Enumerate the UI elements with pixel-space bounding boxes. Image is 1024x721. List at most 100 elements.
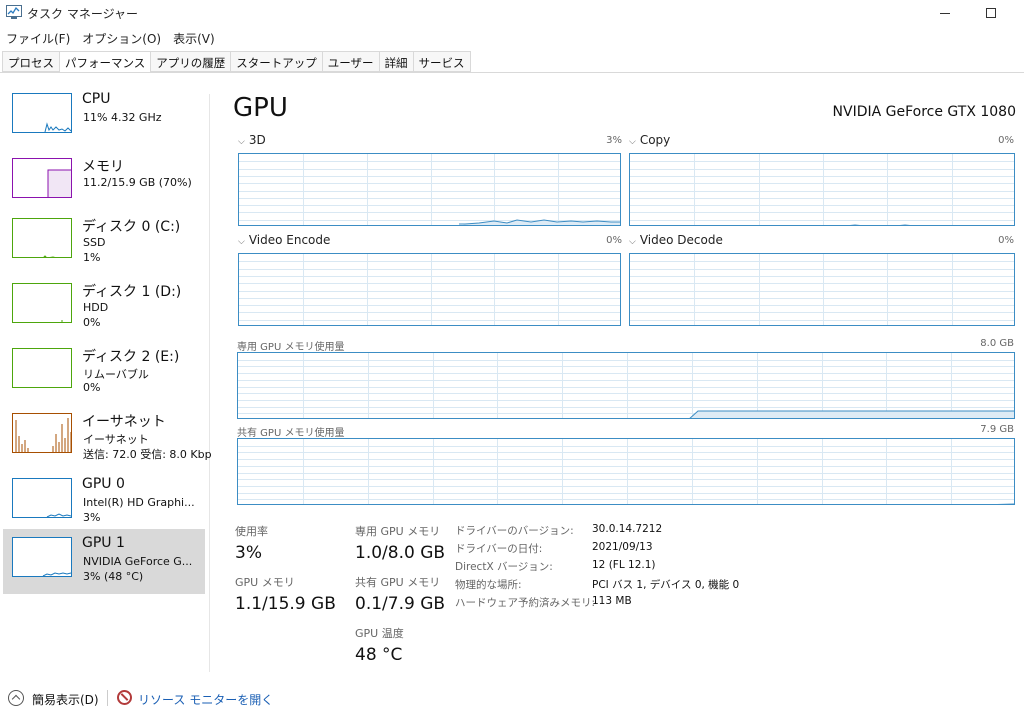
info-value: 2021/09/13 bbox=[592, 541, 653, 553]
engine-encode-name: Video Encode bbox=[248, 233, 331, 247]
tabs-divider bbox=[0, 72, 1024, 73]
sidebar-item-title: GPU 1 bbox=[82, 535, 125, 551]
cpu-thumbnail bbox=[12, 93, 72, 133]
info-value: 12 (FL 12.1) bbox=[592, 559, 656, 571]
resource-monitor-link[interactable]: リソース モニターを開く bbox=[138, 691, 273, 708]
sidebar-item-disk2[interactable]: ディスク 2 (E:) リムーバブル 0% bbox=[3, 340, 205, 405]
info-value: PCI バス 1, デバイス 0, 機能 0 bbox=[592, 579, 740, 591]
menu-bar: ファイル(F) オプション(O) 表示(V) bbox=[0, 27, 221, 47]
sidebar-item-sub: HDD bbox=[83, 301, 109, 314]
sidebar-item-sub: 11.2/15.9 GB (70%) bbox=[83, 176, 192, 189]
engine-copy-graph bbox=[629, 153, 1015, 226]
temperature-label: GPU 温度 bbox=[355, 627, 404, 640]
sidebar-item-value: 3% bbox=[83, 511, 101, 524]
shared-memory-graph bbox=[237, 438, 1015, 505]
engine-3d-name: 3D bbox=[248, 133, 266, 147]
gpu0-thumbnail bbox=[12, 478, 72, 518]
tab-processes[interactable]: プロセス bbox=[2, 51, 60, 72]
chevron-up-circle-icon[interactable] bbox=[8, 690, 24, 706]
resource-monitor-icon[interactable] bbox=[117, 690, 132, 705]
tab-app-history[interactable]: アプリの履歴 bbox=[151, 51, 232, 72]
gpu-memory-label: GPU メモリ bbox=[235, 576, 295, 589]
sidebar-item-title: CPU bbox=[82, 91, 111, 107]
sidebar-item-title: GPU 0 bbox=[82, 476, 125, 492]
sidebar-item-sub: 11% 4.32 GHz bbox=[83, 111, 162, 124]
title-bar: タスク マネージャー bbox=[0, 0, 1024, 26]
engine-encode-graph bbox=[238, 253, 621, 326]
sidebar-item-title: メモリ bbox=[82, 159, 124, 175]
chevron-down-icon: ⌵ bbox=[238, 137, 245, 147]
temperature-value: 48 °C bbox=[355, 645, 403, 665]
chevron-down-icon: ⌵ bbox=[238, 237, 245, 247]
sidebar-item-value: 1% bbox=[83, 251, 101, 264]
graph-grid bbox=[239, 254, 620, 325]
minimize-button[interactable] bbox=[922, 0, 968, 26]
chevron-down-icon: ⌵ bbox=[629, 237, 636, 247]
tab-startup[interactable]: スタートアップ bbox=[231, 51, 323, 72]
engine-decode-name: Video Decode bbox=[639, 233, 723, 247]
disk2-thumbnail bbox=[12, 348, 72, 388]
dedicated-memory-graph bbox=[237, 352, 1015, 419]
engine-encode-label[interactable]: ⌵ Video Encode bbox=[238, 233, 330, 247]
engine-copy-label[interactable]: ⌵ Copy bbox=[629, 133, 670, 147]
info-key: ドライバーの日付: bbox=[455, 543, 543, 555]
tab-details[interactable]: 詳細 bbox=[379, 51, 414, 72]
graph-grid bbox=[630, 254, 1014, 325]
sidebar-item-value: 0% bbox=[83, 381, 101, 394]
disk1-thumbnail bbox=[12, 283, 72, 323]
page-title: GPU bbox=[233, 93, 288, 123]
sidebar-item-value: 送信: 72.0 受信: 8.0 Kbp bbox=[83, 448, 212, 461]
sidebar-divider bbox=[209, 94, 210, 672]
tab-services[interactable]: サービス bbox=[413, 51, 471, 72]
menu-view[interactable]: 表示(V) bbox=[167, 27, 221, 47]
engine-decode-label[interactable]: ⌵ Video Decode bbox=[629, 233, 723, 247]
info-key: ハードウェア予約済みメモリ: bbox=[455, 597, 596, 609]
sidebar-item-ethernet[interactable]: イーサネット イーサネット 送信: 72.0 受信: 8.0 Kbp bbox=[3, 405, 212, 470]
dedicated-memory-max: 8.0 GB bbox=[980, 338, 1014, 349]
dedicated-memory-line bbox=[689, 410, 1014, 418]
dedicated-value: 1.0/8.0 GB bbox=[355, 543, 446, 563]
sidebar-item-cpu[interactable]: CPU 11% 4.32 GHz bbox=[3, 85, 205, 150]
footer-separator bbox=[107, 690, 108, 706]
sidebar-item-disk0[interactable]: ディスク 0 (C:) SSD 1% bbox=[3, 210, 205, 275]
engine-decode-graph bbox=[629, 253, 1015, 326]
device-name: NVIDIA GeForce GTX 1080 bbox=[832, 104, 1016, 120]
shared-label: 共有 GPU メモリ bbox=[355, 576, 441, 589]
engine-3d-graph bbox=[238, 153, 621, 226]
fewer-details-link[interactable]: 簡易表示(D) bbox=[32, 691, 99, 708]
engine-encode-percent: 0% bbox=[606, 235, 622, 246]
sidebar-item-title: ディスク 2 (E:) bbox=[82, 349, 180, 365]
sidebar-item-gpu0[interactable]: GPU 0 Intel(R) HD Graphi... 3% bbox=[3, 470, 205, 535]
sidebar-item-sub: SSD bbox=[83, 236, 106, 249]
window-title: タスク マネージャー bbox=[27, 7, 138, 21]
menu-file[interactable]: ファイル(F) bbox=[0, 27, 76, 47]
ethernet-thumbnail bbox=[12, 413, 72, 453]
engine-3d-label[interactable]: ⌵ 3D bbox=[238, 133, 266, 147]
maximize-button[interactable] bbox=[968, 0, 1014, 26]
dedicated-label: 専用 GPU メモリ bbox=[355, 525, 441, 538]
footer: 簡易表示(D) リソース モニターを開く bbox=[0, 686, 1024, 712]
utilization-value: 3% bbox=[235, 543, 262, 563]
info-key: ドライバーのバージョン: bbox=[455, 525, 574, 537]
sidebar-item-disk1[interactable]: ディスク 1 (D:) HDD 0% bbox=[3, 275, 205, 340]
utilization-label: 使用率 bbox=[235, 525, 268, 538]
tab-users[interactable]: ユーザー bbox=[322, 51, 380, 72]
sidebar-item-gpu1[interactable]: GPU 1 NVIDIA GeForce G... 3% (48 °C) bbox=[3, 529, 205, 594]
gpu1-thumbnail bbox=[12, 537, 72, 577]
sidebar-item-memory[interactable]: メモリ 11.2/15.9 GB (70%) bbox=[3, 150, 205, 215]
sidebar-item-title: イーサネット bbox=[82, 414, 166, 430]
info-value: 30.0.14.7212 bbox=[592, 523, 663, 535]
sidebar-item-value: 0% bbox=[83, 316, 101, 329]
info-key: 物理的な場所: bbox=[455, 579, 522, 591]
maximize-icon bbox=[986, 8, 996, 18]
menu-options[interactable]: オプション(O) bbox=[76, 27, 167, 47]
disk0-thumbnail bbox=[12, 218, 72, 258]
sidebar-item-value: 3% (48 °C) bbox=[83, 570, 144, 583]
dedicated-memory-label: 専用 GPU メモリ使用量 bbox=[237, 342, 345, 353]
engine-copy-percent: 0% bbox=[998, 135, 1014, 146]
sidebar-item-title: ディスク 0 (C:) bbox=[82, 219, 181, 235]
info-key: DirectX バージョン: bbox=[455, 561, 553, 573]
sidebar-item-sub: Intel(R) HD Graphi... bbox=[83, 496, 195, 509]
tab-performance[interactable]: パフォーマンス bbox=[60, 51, 152, 73]
shared-memory-line bbox=[996, 503, 1014, 504]
